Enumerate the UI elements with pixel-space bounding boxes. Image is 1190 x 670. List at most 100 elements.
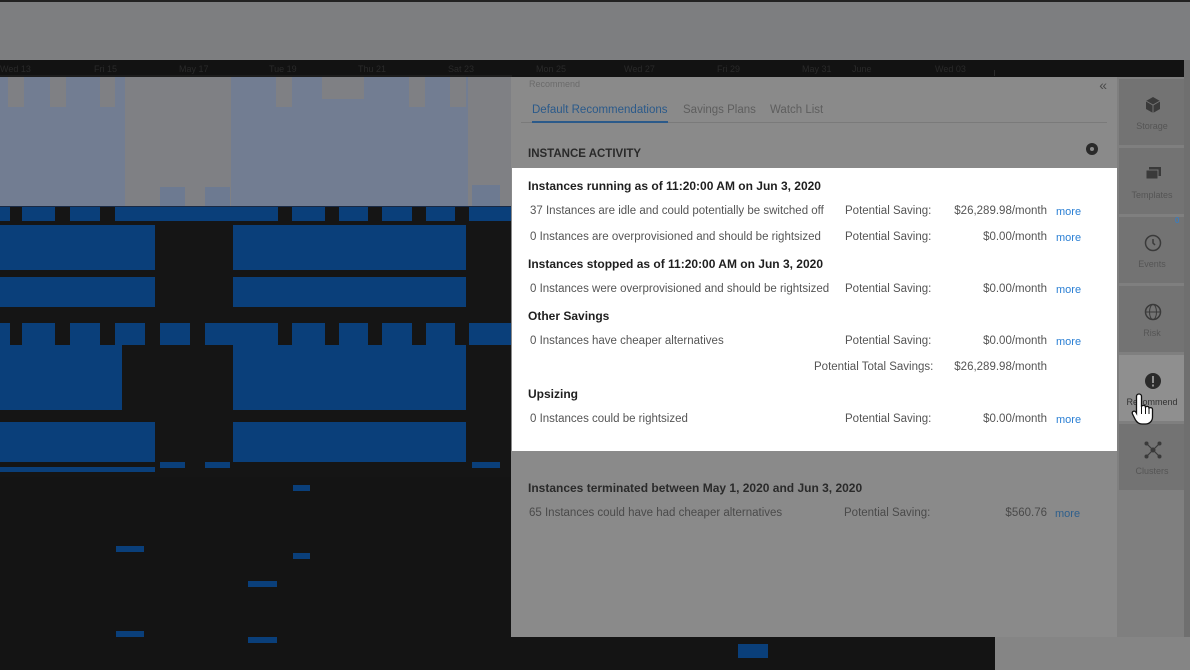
tab-default-recommendations[interactable]: Default Recommendations bbox=[532, 104, 668, 123]
sidebar-item-clusters[interactable]: Clusters bbox=[1119, 424, 1185, 490]
network-icon bbox=[1144, 441, 1162, 459]
app-screen: Wed 13 Fri 15 May 17 Tue 19 Thu 21 Sat 2… bbox=[0, 0, 1190, 670]
instance-cell bbox=[738, 644, 768, 658]
row-description: 65 Instances could have had cheaper alte… bbox=[529, 507, 783, 519]
saving-label: Potential Saving: bbox=[845, 205, 932, 217]
saving-amount: $0.00/month bbox=[983, 283, 1047, 295]
scrollbar[interactable] bbox=[1184, 60, 1190, 637]
sidebar-item-label: Events bbox=[1138, 259, 1166, 269]
clock-icon bbox=[1144, 234, 1162, 252]
instance-cell bbox=[293, 485, 310, 491]
timeline-tick bbox=[994, 70, 995, 76]
events-badge: 0 bbox=[1175, 216, 1180, 225]
sidebar-item-storage[interactable]: Storage bbox=[1119, 79, 1185, 145]
usage-area-step bbox=[472, 185, 500, 207]
total-savings-label: Potential Total Savings: bbox=[814, 361, 934, 373]
tab-savings-plans[interactable]: Savings Plans bbox=[683, 104, 756, 116]
row-description: 0 Instances could be rightsized bbox=[530, 413, 688, 425]
saving-label: Potential Saving: bbox=[845, 283, 932, 295]
layers-icon bbox=[1145, 167, 1161, 180]
row-description: 0 Instances were overprovisioned and sho… bbox=[530, 283, 830, 295]
tab-watch-list[interactable]: Watch List bbox=[770, 104, 823, 116]
usage-area-fill bbox=[0, 77, 512, 207]
section-title: INSTANCE ACTIVITY bbox=[528, 148, 642, 160]
more-link[interactable]: more bbox=[1056, 336, 1081, 348]
instance-row bbox=[233, 277, 466, 307]
saving-label: Potential Saving: bbox=[844, 507, 931, 519]
saving-amount: $560.76 bbox=[1005, 507, 1047, 519]
recommend-panel: Recommend « Default Recommendations Savi… bbox=[511, 77, 1117, 637]
instance-row bbox=[233, 225, 466, 270]
instance-row bbox=[233, 422, 466, 467]
saving-amount: $26,289.98/month bbox=[954, 205, 1047, 217]
exclamation-icon bbox=[1145, 373, 1161, 389]
instance-cell bbox=[293, 553, 310, 559]
instance-row bbox=[0, 277, 155, 307]
double-chevron-left-icon[interactable]: « bbox=[1099, 77, 1107, 93]
stopped-heading: Instances stopped as of 11:20:00 AM on J… bbox=[528, 257, 823, 271]
timeline-date: Wed 03 bbox=[935, 64, 966, 74]
timeline-date: Wed 27 bbox=[624, 64, 655, 74]
more-link[interactable]: more bbox=[1055, 508, 1080, 520]
instance-row bbox=[0, 225, 155, 270]
row-description: 0 Instances have cheaper alternatives bbox=[530, 335, 724, 347]
total-savings-amount: $26,289.98/month bbox=[954, 361, 1047, 373]
cube-icon bbox=[1145, 97, 1161, 113]
timeline-date: Fri 29 bbox=[717, 64, 741, 74]
globe-icon bbox=[1144, 303, 1162, 321]
timeline-date: May 17 bbox=[179, 64, 209, 74]
recommendation-tabs: Default Recommendations Savings Plans Wa… bbox=[521, 101, 1107, 123]
instance-cell bbox=[116, 546, 144, 552]
instance-row bbox=[233, 345, 466, 410]
more-link[interactable]: more bbox=[1056, 414, 1081, 426]
instance-row bbox=[160, 462, 185, 468]
timeline-date: Sat 23 bbox=[448, 64, 475, 74]
gear-icon[interactable] bbox=[1086, 143, 1098, 155]
sidebar-item-risk[interactable]: Risk bbox=[1119, 286, 1185, 352]
saving-label: Potential Saving: bbox=[845, 231, 932, 243]
instance-cell bbox=[248, 581, 277, 587]
timeline-date: Mon 25 bbox=[536, 64, 567, 74]
timeline-date: Thu 21 bbox=[358, 64, 387, 74]
saving-amount: $0.00/month bbox=[983, 413, 1047, 425]
saving-amount: $0.00/month bbox=[983, 335, 1047, 347]
row-description: 37 Instances are idle and could potentia… bbox=[530, 205, 824, 217]
instance-row bbox=[205, 462, 230, 468]
instance-row bbox=[0, 345, 122, 410]
upsizing-heading: Upsizing bbox=[528, 387, 578, 401]
sidebar-item-label: Risk bbox=[1143, 328, 1161, 338]
usage-area-step bbox=[205, 187, 230, 207]
other-savings-heading: Other Savings bbox=[528, 309, 610, 323]
sidebar-item-label: Templates bbox=[1131, 190, 1173, 200]
timeline-date: May 31 bbox=[802, 64, 832, 74]
footer-region bbox=[995, 637, 1190, 670]
timeline-date: Fri 15 bbox=[94, 64, 118, 74]
more-link[interactable]: more bbox=[1056, 206, 1081, 218]
terminated-heading: Instances terminated between May 1, 2020… bbox=[528, 481, 863, 495]
top-bar bbox=[0, 0, 1190, 60]
row-description: 0 Instances are overprovisioned and shou… bbox=[530, 231, 821, 243]
instance-cell bbox=[116, 631, 144, 637]
instance-activity-card: Instances running as of 11:20:00 AM on J… bbox=[512, 168, 1117, 451]
instance-row bbox=[0, 207, 512, 221]
instance-row bbox=[0, 323, 512, 345]
right-sidebar: Storage Templates 0 Events Risk Recommen… bbox=[1117, 77, 1190, 637]
instance-row bbox=[472, 462, 500, 468]
saving-label: Potential Saving: bbox=[845, 413, 932, 425]
instance-rows-lower bbox=[0, 477, 512, 670]
running-heading: Instances running as of 11:20:00 AM on J… bbox=[528, 179, 821, 193]
sidebar-item-templates[interactable]: Templates bbox=[1119, 148, 1185, 214]
hand-cursor-icon bbox=[1131, 393, 1154, 425]
saving-label: Potential Saving: bbox=[845, 335, 932, 347]
more-link[interactable]: more bbox=[1056, 232, 1081, 244]
sidebar-item-events[interactable]: 0 Events bbox=[1119, 216, 1185, 283]
timeline-date: Tue 19 bbox=[269, 64, 297, 74]
timeline-date: June bbox=[852, 64, 872, 74]
more-link[interactable]: more bbox=[1056, 284, 1081, 296]
sidebar-item-label: Clusters bbox=[1135, 466, 1169, 476]
instance-cell bbox=[248, 637, 277, 643]
saving-amount: $0.00/month bbox=[983, 231, 1047, 243]
sidebar-item-label: Storage bbox=[1136, 121, 1168, 131]
timeline-date: Wed 13 bbox=[0, 64, 31, 74]
usage-area-step bbox=[160, 187, 185, 207]
